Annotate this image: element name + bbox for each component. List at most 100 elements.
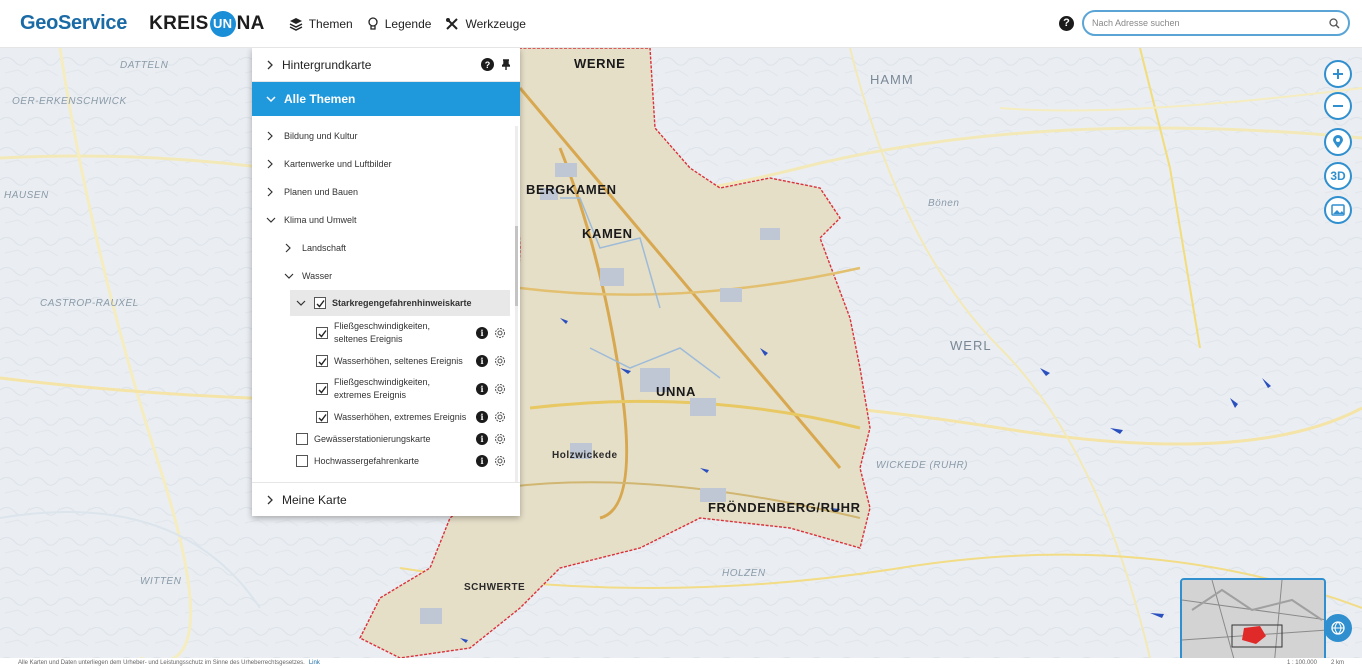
logo-text-mid: UN (209, 10, 236, 37)
overview-map[interactable] (1180, 578, 1326, 658)
lightbulb-icon (368, 16, 378, 30)
chevron-right-icon[interactable] (266, 187, 276, 197)
checkbox-unchecked[interactable] (296, 455, 308, 467)
layer-actions: i (476, 355, 506, 367)
chevron-right-icon[interactable] (266, 131, 276, 141)
tree-layer[interactable]: Hochwassergefahrenkarte i (252, 450, 520, 472)
tree-item-label: Wasserhöhen, extremes Ereignis (334, 412, 467, 422)
scale-distance: 2 km (1330, 660, 1344, 666)
gear-icon[interactable] (494, 383, 506, 395)
tree-item-label: Planen und Bauen (284, 187, 359, 197)
minus-icon (1333, 105, 1343, 107)
chevron-down-icon[interactable] (266, 216, 276, 224)
tree-layer[interactable]: Wasserhöhen, extremes Ereignis i (252, 406, 520, 428)
tree-item-label: Starkregengefahrenhinweiskarte (332, 298, 472, 308)
3d-button[interactable]: 3D (1324, 162, 1352, 190)
checkbox-checked[interactable] (316, 355, 328, 367)
tree-folder[interactable]: Kartenwerke und Luftbilder (252, 150, 520, 178)
layer-actions: i (476, 433, 506, 445)
check-icon (316, 299, 325, 308)
gear-icon[interactable] (494, 411, 506, 423)
locate-button[interactable] (1324, 128, 1352, 156)
map-canvas[interactable] (0, 48, 1362, 658)
chevron-down-icon[interactable] (284, 272, 294, 280)
tree-item-label: Wasserhöhen, seltenes Ereignis (334, 356, 463, 366)
tree-item-label: Klima und Umwelt (284, 215, 357, 225)
address-search[interactable] (1082, 10, 1350, 36)
overview-map-image (1182, 580, 1324, 658)
panel-help-icon[interactable]: ? (481, 58, 494, 71)
tree-layer[interactable]: Gewässerstationierungskarte i (252, 428, 520, 450)
help-icon[interactable]: ? (1059, 15, 1074, 31)
chevron-down-icon[interactable] (296, 299, 306, 307)
scrollbar-thumb[interactable] (515, 226, 518, 306)
menu-themen-label: Themen (308, 16, 353, 31)
tree-item-label: Kartenwerke und Luftbilder (284, 159, 392, 169)
zoom-out-button[interactable] (1324, 92, 1352, 120)
overview-toggle-button[interactable] (1324, 614, 1352, 642)
tree-layer[interactable]: Fließgeschwindigkeiten, seltenes Ereigni… (252, 316, 520, 350)
menu-legende[interactable]: Legende (367, 16, 431, 31)
menu-werkzeuge-label: Werkzeuge (465, 16, 526, 31)
copyright-link[interactable]: Link (309, 660, 320, 666)
map-view[interactable]: DATTELN OER-ERKENSCHWICK HAUSEN CASTROP-… (0, 48, 1362, 658)
app-title[interactable]: GeoService (20, 12, 127, 35)
tree-item-label: Wasser (302, 271, 333, 281)
info-icon[interactable]: i (476, 411, 488, 423)
gear-icon[interactable] (494, 433, 506, 445)
check-icon (318, 385, 327, 394)
search-area: ? (1059, 10, 1350, 36)
tree-item-label: Gewässerstationierungskarte (314, 434, 431, 444)
background-map-label: Hintergrundkarte (282, 57, 372, 72)
menu-werkzeuge[interactable]: Werkzeuge (445, 16, 526, 31)
menu-themen[interactable]: Themen (289, 17, 353, 31)
zoom-in-button[interactable] (1324, 60, 1352, 88)
tree-item-label: Bildung und Kultur (284, 131, 358, 141)
pin-icon[interactable] (502, 58, 510, 71)
check-icon (318, 329, 327, 338)
tree-folder[interactable]: Landschaft (252, 234, 520, 262)
search-icon[interactable] (1329, 17, 1340, 29)
my-map-label: Meine Karte (282, 492, 347, 507)
tree-layer-group[interactable]: Starkregengefahrenhinweiskarte (290, 290, 510, 316)
chevron-right-icon[interactable] (266, 159, 276, 169)
checkbox-checked[interactable] (316, 411, 328, 423)
info-icon[interactable]: i (476, 455, 488, 467)
info-icon[interactable]: i (476, 355, 488, 367)
logo-text-left: KREIS (149, 12, 209, 34)
background-map-header[interactable]: Hintergrundkarte ? (252, 48, 520, 82)
scale-info: 1 : 100.000 2 km (1287, 660, 1344, 666)
tree-layer[interactable]: Fließgeschwindigkeiten, extremes Ereigni… (252, 372, 520, 406)
tree-folder[interactable]: Planen und Bauen (252, 178, 520, 206)
copyright-text: Alle Karten und Daten unterliegen dem Ur… (18, 660, 305, 666)
chevron-right-icon[interactable] (284, 243, 294, 253)
gear-icon[interactable] (494, 327, 506, 339)
tree-item-label: Landschaft (302, 243, 347, 253)
theme-tree: Bildung und Kultur Kartenwerke und Luftbi… (252, 116, 520, 482)
background-image-button[interactable] (1324, 196, 1352, 224)
layer-actions: i (476, 327, 506, 339)
gear-icon[interactable] (494, 455, 506, 467)
tree-folder[interactable]: Bildung und Kultur (252, 122, 520, 150)
layer-actions: i (476, 455, 506, 467)
checkbox-checked[interactable] (316, 327, 328, 339)
all-themes-header[interactable]: Alle Themen (252, 82, 520, 116)
checkbox-unchecked[interactable] (296, 433, 308, 445)
info-icon[interactable]: i (476, 433, 488, 445)
tools-icon (446, 17, 459, 30)
layer-actions: i (476, 411, 506, 423)
my-map-header[interactable]: Meine Karte (252, 482, 520, 516)
info-icon[interactable]: i (476, 327, 488, 339)
themes-panel: Hintergrundkarte ? Alle Themen Bildung u… (252, 48, 520, 516)
checkbox-checked[interactable] (314, 297, 326, 309)
gear-icon[interactable] (494, 355, 506, 367)
tree-folder[interactable]: Wasser (252, 262, 520, 290)
search-input[interactable] (1092, 18, 1329, 28)
tree-folder[interactable]: Klima und Umwelt (252, 206, 520, 234)
info-icon[interactable]: i (476, 383, 488, 395)
tree-scrollbar[interactable] (515, 126, 518, 482)
tree-layer[interactable]: Wasserhöhen, seltenes Ereignis i (252, 350, 520, 372)
checkbox-checked[interactable] (316, 383, 328, 395)
kreis-unna-logo[interactable]: KREIS UN NA (149, 10, 265, 37)
chevron-down-icon (266, 96, 276, 103)
